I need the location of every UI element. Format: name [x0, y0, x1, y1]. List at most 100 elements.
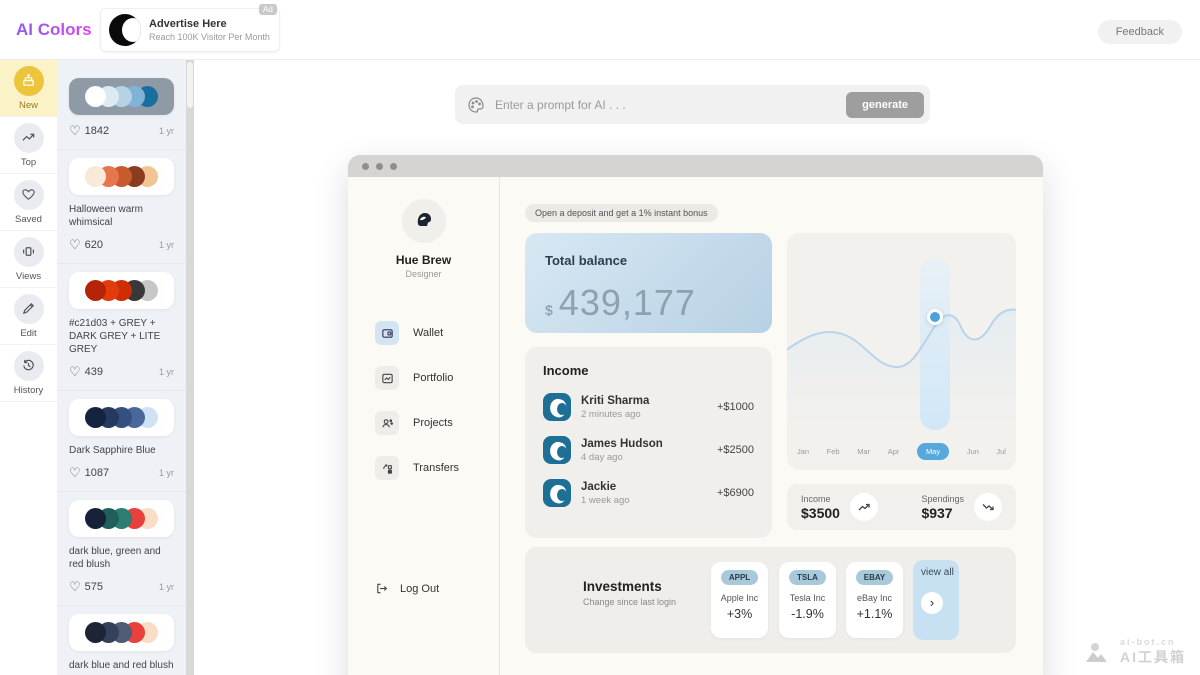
chart-marker-dot[interactable]	[927, 309, 943, 325]
palette-swatch-card[interactable]	[69, 614, 174, 651]
palette-list: ♡ 1842 1 yr Halloween warm whimsical ♡620…	[57, 60, 186, 675]
like-heart-icon[interactable]: ♡	[69, 465, 81, 481]
like-heart-icon[interactable]: ♡	[69, 123, 81, 139]
top-header: AI Colors Advertise Here Reach 100K Visi…	[0, 0, 1200, 60]
month-label: Feb	[827, 447, 840, 456]
month-label: Jul	[996, 447, 1006, 456]
stock-change: -1.9%	[791, 607, 824, 621]
color-dot	[85, 407, 106, 428]
like-heart-icon[interactable]: ♡	[69, 237, 81, 253]
palette-age: 1 yr	[159, 468, 174, 478]
prompt-input[interactable]	[495, 98, 846, 112]
mock-nav-label: Portfolio	[413, 372, 453, 384]
spendings-stat: Spendings $937	[902, 493, 1003, 521]
month-label: Apr	[888, 447, 900, 456]
rail-label: Edit	[20, 328, 36, 339]
profile-role: Designer	[348, 269, 499, 279]
logout-label: Log Out	[400, 583, 439, 595]
wallet-icon	[375, 321, 399, 345]
stock-name: Tesla Inc	[790, 593, 826, 603]
feedback-button[interactable]: Feedback	[1098, 20, 1182, 44]
color-dot	[85, 166, 106, 187]
transaction-row[interactable]: James Hudson 4 day ago +$2500	[543, 436, 754, 464]
mock-nav-wallet[interactable]: Wallet	[348, 321, 499, 345]
rail-item-top[interactable]: Top	[0, 117, 57, 174]
palette-item[interactable]: dark blue, green and red blush ♡575 1 yr	[57, 491, 186, 605]
like-count: 439	[85, 366, 103, 378]
palette-swatch-card[interactable]	[69, 272, 174, 309]
rail-label: History	[14, 385, 44, 396]
palette-swatch-card[interactable]	[69, 78, 174, 115]
rail-item-new[interactable]: New	[0, 60, 57, 117]
carousel-icon	[14, 237, 44, 267]
palette-icon	[467, 96, 485, 114]
mock-nav-transfers[interactable]: Transfers	[348, 456, 499, 480]
mock-nav-label: Wallet	[413, 327, 443, 339]
palette-item[interactable]: Halloween warm whimsical ♡620 1 yr	[57, 149, 186, 263]
palette-item[interactable]: Dark Sapphire Blue ♡1087 1 yr	[57, 390, 186, 491]
stock-change: +3%	[727, 607, 752, 621]
income-card: Income Kriti Sharma 2 minutes ago +$1000…	[525, 347, 772, 538]
palette-age: 1 yr	[159, 126, 174, 136]
like-heart-icon[interactable]: ♡	[69, 364, 81, 380]
stock-ticker-badge: APPL	[721, 570, 758, 585]
transaction-name: Jackie	[581, 481, 717, 493]
balance-title: Total balance	[545, 253, 752, 268]
window-titlebar	[348, 155, 1043, 177]
palette-age: 1 yr	[159, 240, 174, 250]
rail-item-views[interactable]: Views	[0, 231, 57, 288]
window-dot-icon[interactable]	[376, 163, 383, 170]
rail-item-edit[interactable]: Edit	[0, 288, 57, 345]
chevron-right-icon: ›	[930, 595, 934, 610]
income-stat-label: Income	[801, 494, 840, 504]
trend-down-icon	[974, 493, 1002, 521]
income-title: Income	[543, 363, 754, 378]
app-logo[interactable]: AI Colors	[16, 20, 92, 40]
transaction-name: Kriti Sharma	[581, 395, 717, 407]
mock-nav-portfolio[interactable]: Portfolio	[348, 366, 499, 390]
color-dot	[85, 86, 106, 107]
stock-card-appl[interactable]: APPL Apple Inc +3%	[711, 562, 768, 638]
deposit-banner: Open a deposit and get a 1% instant bonu…	[525, 204, 718, 222]
mock-nav-projects[interactable]: Projects	[348, 411, 499, 435]
stock-ticker-badge: EBAY	[856, 570, 894, 585]
stock-name: Apple Inc	[721, 593, 759, 603]
profile-name: Hue Brew	[348, 253, 499, 267]
palette-swatch-card[interactable]	[69, 500, 174, 537]
view-all-button[interactable]: view all ›	[913, 560, 959, 640]
stock-card-tsla[interactable]: TSLA Tesla Inc -1.9%	[779, 562, 836, 638]
dashboard-preview-window: Hue Brew Designer Wallet	[348, 155, 1043, 675]
like-count: 1842	[85, 125, 109, 137]
scrollbar-thumb[interactable]	[187, 62, 193, 108]
palette-swatch-card[interactable]	[69, 158, 174, 195]
palette-name: dark blue and red blush	[69, 659, 174, 672]
income-spendings-card: Income $3500 Spendings $937	[787, 484, 1016, 530]
palette-age: 1 yr	[159, 582, 174, 592]
window-dot-icon[interactable]	[390, 163, 397, 170]
investments-card: Investments Change since last login APPL…	[525, 547, 1016, 653]
generate-button[interactable]: generate	[846, 92, 924, 118]
rail-label: New	[19, 100, 38, 111]
heart-icon	[14, 180, 44, 210]
rail-item-saved[interactable]: Saved	[0, 174, 57, 231]
logout-button[interactable]: Log Out	[375, 582, 439, 595]
like-heart-icon[interactable]: ♡	[69, 579, 81, 595]
rail-label: Saved	[15, 214, 42, 225]
rail-item-history[interactable]: History	[0, 345, 57, 402]
month-label-selected[interactable]: May	[917, 443, 949, 460]
transaction-row[interactable]: Kriti Sharma 2 minutes ago +$1000	[543, 393, 754, 421]
palette-item[interactable]: dark blue and red blush ♡375 1 yr	[57, 605, 186, 675]
transfers-icon	[375, 456, 399, 480]
palette-swatch-card[interactable]	[69, 399, 174, 436]
watermark: ai-bot.cn AI工具箱	[1084, 637, 1186, 667]
transaction-row[interactable]: Jackie 1 week ago +$6900	[543, 479, 754, 507]
ad-banner[interactable]: Advertise Here Reach 100K Visitor Per Mo…	[100, 8, 280, 52]
month-label: Jan	[797, 447, 809, 456]
palette-item[interactable]: #c21d03 + GREY + DARK GREY + LITE GREY ♡…	[57, 263, 186, 390]
palette-item[interactable]: ♡ 1842 1 yr	[57, 70, 186, 149]
window-dot-icon[interactable]	[362, 163, 369, 170]
trending-up-icon	[14, 123, 44, 153]
palette-scrollbar[interactable]	[186, 60, 194, 675]
color-dot	[85, 622, 106, 643]
stock-card-ebay[interactable]: EBAY eBay Inc +1.1%	[846, 562, 903, 638]
